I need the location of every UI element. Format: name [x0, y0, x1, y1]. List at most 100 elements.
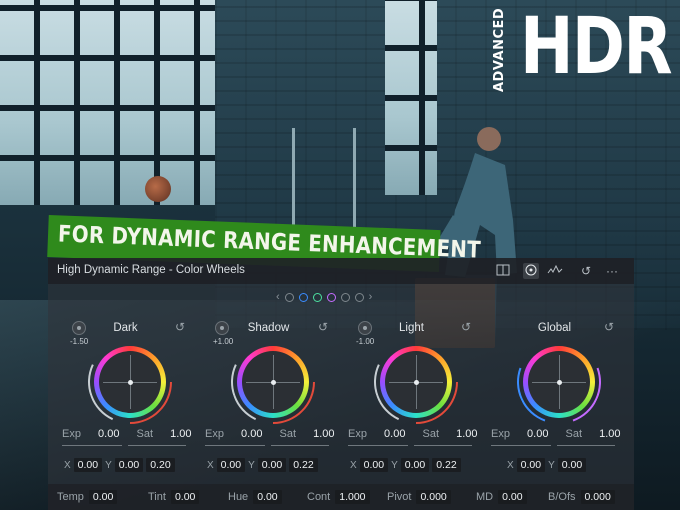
sat-value[interactable]: 1.00	[313, 428, 334, 440]
param-label: Pivot	[387, 491, 412, 503]
advanced-label: ADVANCED	[492, 7, 507, 92]
exp-label: Exp	[62, 428, 81, 440]
sat-underline	[414, 445, 472, 446]
sat-underline	[557, 445, 615, 446]
y-field[interactable]: 0.00	[257, 458, 287, 472]
pager-next-icon[interactable]: ›	[369, 291, 373, 303]
knob-value: +1.00	[213, 337, 234, 346]
param-field[interactable]: 0.00	[88, 490, 118, 504]
xy-row: X 0.00 Y 0.00 0.22	[350, 456, 461, 474]
exp-label: Exp	[348, 428, 367, 440]
param-label: MD	[476, 491, 494, 503]
pager-dot[interactable]	[340, 292, 350, 302]
exp-sat-row: Exp 0.00 Sat 1.00	[348, 428, 478, 446]
wheel-dark: -1.50 Dark ↺	[58, 318, 193, 442]
wheel-light: -1.00 Light ↺	[344, 318, 479, 442]
pager-dot[interactable]	[312, 292, 322, 302]
sat-value[interactable]: 1.00	[456, 428, 477, 440]
exp-underline	[205, 445, 265, 446]
reset-icon[interactable]: ↺	[604, 320, 614, 334]
pager-prev-icon[interactable]: ‹	[276, 291, 280, 303]
param-label: Tint	[148, 491, 166, 503]
x-field[interactable]: 0.00	[73, 458, 103, 472]
waveform-icon[interactable]	[547, 263, 563, 279]
x-label: X	[350, 459, 357, 471]
wheel-shadow: +1.00 Shadow ↺	[201, 318, 336, 442]
param-field[interactable]: 0.000	[416, 490, 451, 504]
color-wheel[interactable]	[213, 322, 333, 442]
reset-icon[interactable]: ↺	[318, 320, 328, 334]
xy-row: X 0.00 Y 0.00 0.22	[207, 456, 318, 474]
param-tint: Tint 0.00	[148, 490, 200, 504]
medicine-ball	[145, 176, 171, 202]
x-field[interactable]: 0.00	[516, 458, 546, 472]
exp-label: Exp	[491, 428, 510, 440]
y-label: Y	[105, 459, 112, 471]
xy-row: X 0.00 Y 0.00	[507, 456, 587, 474]
wheel-center-handle[interactable]	[556, 379, 562, 385]
param-field[interactable]: 0.000	[580, 490, 615, 504]
reset-icon[interactable]: ↺	[578, 263, 594, 279]
exp-sat-row: Exp 0.00 Sat 1.00	[62, 428, 192, 446]
exp-sat-row: Exp 0.00 Sat 1.00	[491, 428, 621, 446]
panel-titlebar: High Dynamic Range - Color Wheels ↺ ···	[48, 258, 634, 284]
exp-underline	[491, 445, 551, 446]
pager-dot[interactable]	[284, 292, 294, 302]
param-field[interactable]: 1.000	[335, 490, 370, 504]
sat-value[interactable]: 1.00	[599, 428, 620, 440]
y-field[interactable]: 0.00	[114, 458, 144, 472]
target-icon[interactable]	[523, 263, 539, 279]
wheel-label: Global	[537, 322, 572, 334]
exp-value[interactable]: 0.00	[527, 428, 548, 440]
param-label: Temp	[57, 491, 84, 503]
z-field[interactable]: 0.22	[289, 458, 318, 472]
wheel-center-handle[interactable]	[127, 379, 133, 385]
sat-label: Sat	[422, 428, 440, 440]
panel-title: High Dynamic Range - Color Wheels	[57, 264, 245, 276]
y-field[interactable]: 0.00	[400, 458, 430, 472]
layout-icon[interactable]	[495, 263, 511, 279]
pager-dot[interactable]	[298, 292, 308, 302]
sat-label: Sat	[565, 428, 583, 440]
wheel-global: Global ↺	[487, 318, 622, 438]
exp-underline	[348, 445, 408, 446]
param-hue: Hue 0.00	[228, 490, 282, 504]
x-label: X	[64, 459, 71, 471]
wheel-label: Dark	[113, 322, 138, 334]
x-field[interactable]: 0.00	[216, 458, 246, 472]
exp-sat-row: Exp 0.00 Sat 1.00	[205, 428, 335, 446]
sat-underline	[128, 445, 186, 446]
x-field[interactable]: 0.00	[359, 458, 389, 472]
param-field[interactable]: 0.00	[498, 490, 527, 504]
hdr-title: HDR	[520, 2, 673, 92]
exp-value[interactable]: 0.00	[241, 428, 262, 440]
z-field[interactable]: 0.20	[146, 458, 175, 472]
param-field[interactable]: 0.00	[170, 490, 200, 504]
y-label: Y	[548, 459, 555, 471]
color-wheel[interactable]	[70, 322, 190, 442]
sat-underline	[271, 445, 329, 446]
y-field[interactable]: 0.00	[557, 458, 587, 472]
reset-icon[interactable]: ↺	[461, 320, 471, 334]
pager-dot[interactable]	[326, 292, 336, 302]
exp-value[interactable]: 0.00	[384, 428, 405, 440]
color-wheel[interactable]	[503, 326, 615, 438]
more-icon[interactable]: ···	[604, 263, 620, 279]
reset-icon[interactable]: ↺	[175, 320, 185, 334]
wheel-center-handle[interactable]	[270, 379, 276, 385]
wheel-label: Light	[399, 322, 424, 334]
sat-label: Sat	[279, 428, 297, 440]
x-label: X	[207, 459, 214, 471]
param-bofs: B/Ofs 0.000	[548, 490, 615, 504]
xy-row: X 0.00 Y 0.00 0.20	[64, 456, 175, 474]
exp-value[interactable]: 0.00	[98, 428, 119, 440]
knob-value: -1.50	[70, 337, 89, 346]
color-wheel[interactable]	[356, 322, 476, 442]
param-temp: Temp 0.00	[57, 490, 118, 504]
z-field[interactable]: 0.22	[432, 458, 461, 472]
sat-value[interactable]: 1.00	[170, 428, 191, 440]
wheel-center-handle[interactable]	[413, 379, 419, 385]
param-field[interactable]: 0.00	[253, 490, 282, 504]
y-label: Y	[248, 459, 255, 471]
pager-dot[interactable]	[354, 292, 364, 302]
